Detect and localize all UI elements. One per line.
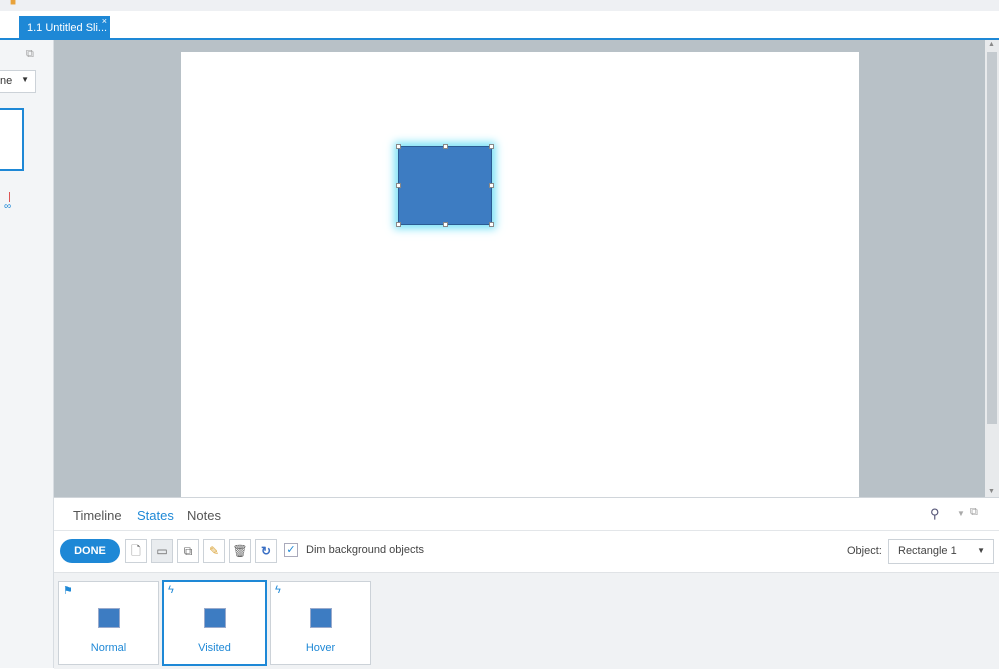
document-tab-bar: 1.1 Untitled Sli... × bbox=[0, 11, 999, 40]
link-icon: ∞ bbox=[4, 201, 12, 212]
pin-icon[interactable]: ⚲ bbox=[930, 506, 940, 522]
state-label: Visited bbox=[198, 642, 231, 654]
state-thumbnail bbox=[204, 608, 226, 628]
filmstrip-panel: ⧉ ne ▼ ∞ bbox=[0, 40, 54, 668]
object-select[interactable]: Rectangle 1 ▼ bbox=[888, 539, 994, 564]
object-select-value: Rectangle 1 bbox=[898, 545, 957, 557]
lightning-icon: ϟ bbox=[168, 584, 174, 596]
slide-thumbnail[interactable] bbox=[0, 108, 24, 171]
resize-handle[interactable] bbox=[489, 144, 494, 149]
chevron-down-icon: ▼ bbox=[977, 546, 985, 555]
dim-background-label: Dim background objects bbox=[306, 544, 425, 556]
resize-handle[interactable] bbox=[443, 144, 448, 149]
tab-timeline[interactable]: Timeline bbox=[73, 508, 122, 523]
object-label: Object: bbox=[847, 545, 882, 557]
app-icon[interactable]: ■ bbox=[10, 0, 16, 8]
state-thumbnail bbox=[98, 608, 120, 628]
dim-background-checkbox[interactable]: ✓ bbox=[284, 543, 298, 557]
tab-notes[interactable]: Notes bbox=[187, 508, 221, 523]
new-state-button[interactable]: 🗋 bbox=[125, 539, 147, 563]
state-label: Normal bbox=[90, 642, 127, 654]
delete-state-button[interactable]: 🗑 bbox=[229, 539, 251, 563]
dropdown-value: ne bbox=[0, 75, 13, 87]
state-thumbnail bbox=[310, 608, 332, 628]
resize-handle[interactable] bbox=[489, 183, 494, 188]
duplicate-state-button[interactable]: ⧉ bbox=[177, 539, 199, 563]
resize-handle[interactable] bbox=[396, 144, 401, 149]
reset-state-button[interactable]: ↻ bbox=[255, 539, 277, 563]
restore-panel-icon[interactable]: ⧉ bbox=[26, 48, 34, 61]
resize-handle[interactable] bbox=[396, 222, 401, 227]
flag-icon: ⚑ bbox=[63, 585, 73, 597]
document-tab-title: 1.1 Untitled Sli... bbox=[27, 22, 108, 34]
add-image-button[interactable]: ▭ bbox=[151, 539, 173, 563]
state-card-normal[interactable]: ⚑ Normal bbox=[58, 581, 159, 665]
states-toolbar: DONE 🗋 ▭ ⧉ ✎ 🗑 ↻ ✓ Dim background object… bbox=[54, 530, 999, 572]
tab-states[interactable]: States bbox=[137, 508, 174, 523]
close-tab-icon[interactable]: × bbox=[102, 16, 107, 26]
document-tab[interactable]: 1.1 Untitled Sli... × bbox=[19, 16, 110, 39]
quick-access-bar: ■ bbox=[0, 0, 999, 11]
copy-icon: ⧉ bbox=[183, 544, 193, 558]
properties-panel: Timeline States Notes ⚲ ▼ ⧉ DONE 🗋 ▭ ⧉ ✎… bbox=[54, 497, 999, 669]
states-list: ⚑ Normal ϟ Visited ϟ Hover bbox=[54, 572, 999, 669]
state-label: Hover bbox=[305, 642, 336, 654]
done-button[interactable]: DONE bbox=[60, 539, 120, 563]
trash-icon: 🗑 bbox=[232, 544, 248, 558]
slide[interactable] bbox=[181, 52, 859, 497]
new-page-icon: 🗋 bbox=[131, 544, 141, 558]
stage-canvas bbox=[54, 40, 985, 497]
resize-handle[interactable] bbox=[443, 222, 448, 227]
scroll-thumb[interactable] bbox=[987, 52, 997, 424]
resize-handle[interactable] bbox=[489, 222, 494, 227]
filmstrip-dropdown[interactable]: ne ▼ bbox=[0, 70, 36, 93]
scroll-up-icon[interactable]: ▲ bbox=[988, 41, 995, 48]
state-card-hover[interactable]: ϟ Hover bbox=[270, 581, 371, 665]
lightning-icon: ϟ bbox=[275, 584, 281, 596]
state-card-visited[interactable]: ϟ Visited bbox=[162, 580, 267, 666]
resize-handle[interactable] bbox=[396, 183, 401, 188]
vertical-scrollbar[interactable]: ▲ ▼ bbox=[985, 40, 999, 497]
restore-panel-icon[interactable]: ⧉ bbox=[970, 506, 978, 519]
pencil-icon: ✎ bbox=[208, 544, 220, 558]
rectangle-shape[interactable] bbox=[396, 144, 494, 227]
scroll-down-icon[interactable]: ▼ bbox=[988, 488, 995, 495]
image-icon: ▭ bbox=[156, 544, 168, 558]
undo-icon: ↻ bbox=[260, 544, 272, 558]
chevron-down-icon[interactable]: ▼ bbox=[957, 509, 965, 518]
edit-state-button[interactable]: ✎ bbox=[203, 539, 225, 563]
